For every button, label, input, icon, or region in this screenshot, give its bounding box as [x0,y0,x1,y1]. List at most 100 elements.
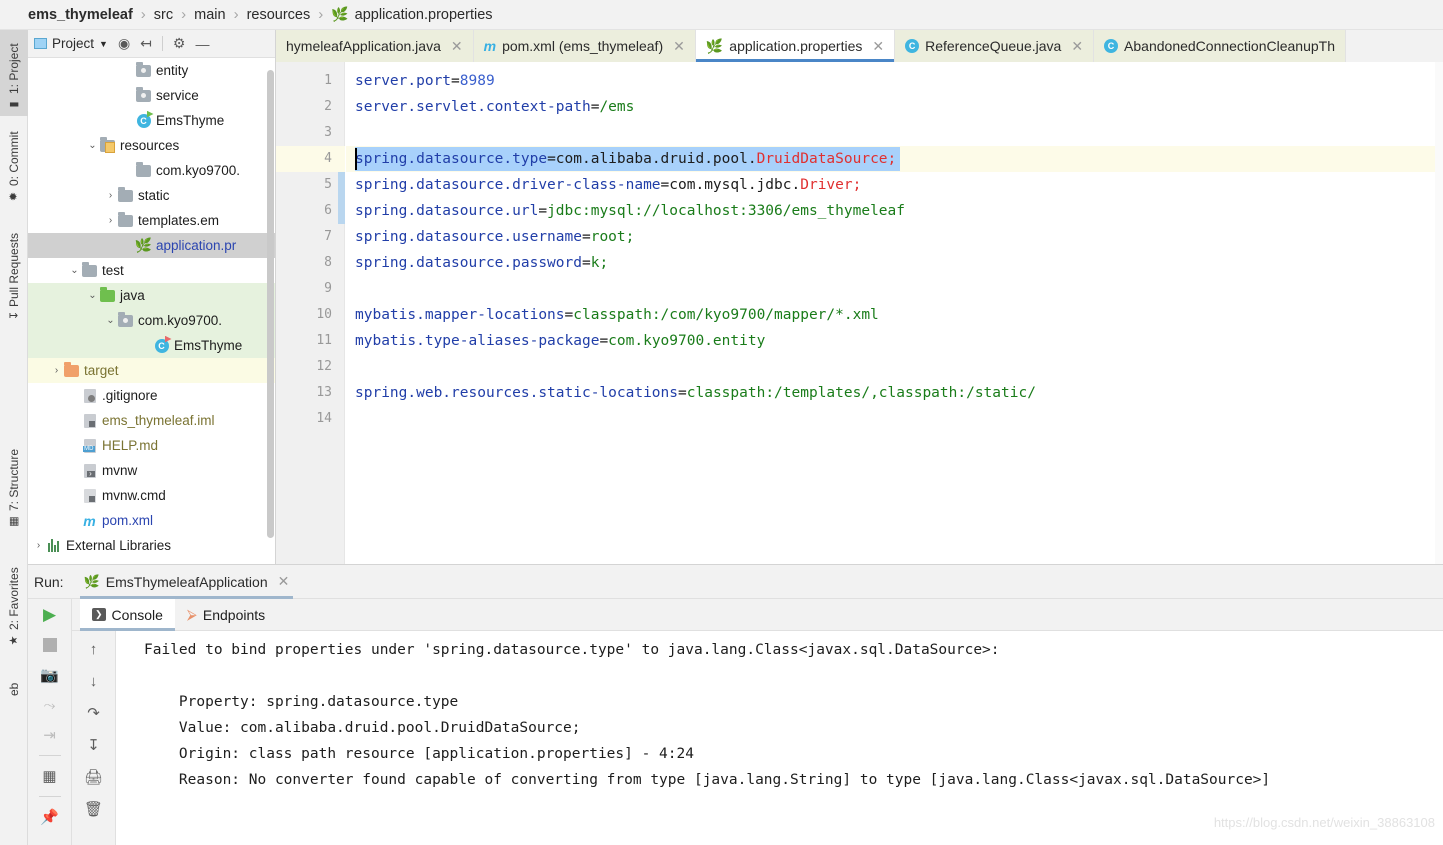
close-icon[interactable]: ✕ [1071,38,1083,55]
breadcrumb-item-main[interactable]: main [194,7,225,23]
editor-tab-pom-xml-ems-thymeleaf[interactable]: m pom.xml (ems_thymeleaf) ✕ [473,30,696,62]
editor-tab-referencequeue-java[interactable]: C ReferenceQueue.java ✕ [895,30,1095,62]
tree-item-mvnw[interactable]: mvnw [28,458,275,483]
project-view-selector[interactable]: Project ▼ [34,36,108,51]
code-line[interactable]: mybatis.mapper-locations=classpath:/com/… [355,302,879,328]
sidebar-item-pull-requests[interactable]: ↦ Pull Requests [0,215,28,325]
package-folder-icon [118,311,133,327]
code-line[interactable]: spring.web.resources.static-locations=cl… [355,380,1036,406]
tree-item-mvnw-cmd[interactable]: mvnw.cmd [28,483,275,508]
breadcrumb-item-resources[interactable]: resources [247,7,311,23]
sidebar-item-commit[interactable]: ✹ 0: Commit [0,120,28,208]
project-tree[interactable]: entity service C EmsThyme ⌄ resources com.kyo9… [28,58,275,564]
tree-item-ems-thymeleaf-iml[interactable]: ems_thymeleaf.iml [28,408,275,433]
editor-tab-hymeleafapplication-java[interactable]: hymeleafApplication.java ✕ [276,30,474,62]
code-line[interactable]: spring.datasource.url=jdbc:mysql://local… [355,198,905,224]
project-tree-scrollbar[interactable] [267,70,274,538]
run-config-tab[interactable]: 🌿 EmsThymeleafApplication ✕ [74,565,300,599]
exit-icon[interactable]: ⇥ [40,725,60,745]
tree-item-external-libraries[interactable]: › External Libraries [28,533,275,558]
scroll-to-end-icon[interactable]: ↧ [84,735,104,755]
tree-item-templates-em[interactable]: › templates.em [28,208,275,233]
editor-gutter[interactable]: 1 2 3 4 5 6 7 8 9 10 11 12 13 14 [276,62,345,564]
editor-tab-bar[interactable]: hymeleafApplication.java ✕ m pom.xml (ems_t… [276,30,1443,62]
console-output[interactable]: Reason: No converter found capable of co… [116,631,1443,845]
minimize-icon[interactable]: — [195,36,209,52]
code-line[interactable]: server.port=8989 [355,68,495,94]
package-folder-icon [136,86,151,102]
layout-icon[interactable]: ▦ [40,766,60,786]
left-tool-strip: ▮ 1: Project ✹ 0: Commit ↦ Pull Requests… [0,30,28,845]
tree-item-entity[interactable]: entity [28,58,275,83]
sidebar-item-project[interactable]: ▮ 1: Project [0,30,28,116]
run-sub-tab-bar[interactable]: ❯ Console ⮚ Endpoints [72,598,1443,631]
chevron-right-icon[interactable]: › [104,190,117,201]
line-number: 11 [316,333,332,348]
breadcrumb-item-project[interactable]: ems_thymeleaf [28,7,133,23]
tab-endpoints[interactable]: ⮚ Endpoints [175,599,277,631]
tree-item-application-pr[interactable]: 🌿 application.pr [28,233,275,258]
sidebar-item-web[interactable]: eb [0,660,28,700]
editor-tab-label: ReferenceQueue.java [925,38,1062,54]
tree-item-emsthyme[interactable]: C EmsThyme [28,333,275,358]
tree-item-test[interactable]: ⌄ test [28,258,275,283]
code-editor[interactable]: 1 2 3 4 5 6 7 8 9 10 11 12 13 14 server.port=8989 serv… [276,62,1443,564]
chevron-down-icon[interactable]: ⌄ [86,290,99,301]
chevron-right-icon[interactable]: › [32,540,45,551]
code-line[interactable]: spring.datasource.username=root; [355,224,634,250]
breadcrumb-item-file[interactable]: 🌿 application.properties [331,6,492,23]
editor-code-area[interactable]: server.port=8989 server.servlet.context-p… [346,62,1443,564]
tree-item-resources[interactable]: ⌄ resources [28,133,275,158]
tree-item-service[interactable]: service [28,83,275,108]
stop-icon[interactable] [40,635,60,655]
tree-item-java[interactable]: ⌄ java [28,283,275,308]
collapse-all-icon[interactable]: ↤ [140,35,152,52]
code-line[interactable]: server.servlet.context-path=/ems [355,94,634,120]
tree-item-label: templates.em [138,213,220,228]
sidebar-item-structure[interactable]: ▦ 7: Structure [0,428,28,533]
tab-console[interactable]: ❯ Console [80,598,175,631]
close-icon[interactable]: ✕ [451,38,463,55]
target-locate-icon[interactable]: ◉ [118,35,130,52]
pin-icon[interactable]: 📌 [40,807,60,827]
code-line[interactable]: mybatis.type-aliases-package=com.kyo9700… [355,328,765,354]
rerun-icon[interactable]: ▶ [40,605,60,625]
vcs-change-marker[interactable] [338,172,345,224]
camera-icon[interactable]: 📷 [40,665,60,685]
editor-tab-application-properties[interactable]: 🌿 application.properties ✕ [695,30,896,62]
editor-tab-abandonedconnectioncleanupth[interactable]: C AbandonedConnectionCleanupTh [1094,30,1346,62]
tree-item-com-kyo9700[interactable]: ⌄ com.kyo9700. [28,308,275,333]
close-icon[interactable]: ✕ [278,573,290,590]
folder-icon: ▮ [7,99,21,111]
chevron-right-icon[interactable]: › [50,365,63,376]
java-class-icon: C [905,39,920,53]
tree-item-pom-xml[interactable]: m pom.xml [28,508,275,533]
tree-item-emsthyme[interactable]: C EmsThyme [28,108,275,133]
close-icon[interactable]: ✕ [673,38,685,55]
editor-scrollbar[interactable] [1435,62,1443,564]
close-icon[interactable]: ✕ [872,38,884,55]
tree-item-com-kyo9700[interactable]: com.kyo9700. [28,158,275,183]
tree-item-static[interactable]: › static [28,183,275,208]
thread-dump-icon[interactable]: ⤳ [40,695,60,715]
scroll-down-icon[interactable]: ↓ [84,671,104,691]
code-line[interactable]: spring.datasource.password=k; [355,250,608,276]
code-line[interactable]: spring.datasource.type=com.alibaba.druid… [355,146,896,172]
tree-item-help-md[interactable]: HELP.md [28,433,275,458]
print-icon[interactable]: 🖨 [84,767,104,787]
chevron-down-icon[interactable]: ⌄ [68,265,81,276]
gear-icon[interactable]: ⚙ [173,35,186,52]
sidebar-item-favorites[interactable]: ★ 2: Favorites [0,542,28,652]
clear-all-icon[interactable]: 🗑 [84,799,104,819]
breadcrumb-item-src[interactable]: src [154,7,173,23]
tree-item-gitignore[interactable]: .gitignore [28,383,275,408]
code-line[interactable]: spring.datasource.driver-class-name=com.… [355,172,861,198]
soft-wrap-icon[interactable]: ↷ [84,703,104,723]
chevron-down-icon[interactable]: ⌄ [104,315,117,326]
tree-item-target[interactable]: › target [28,358,275,383]
sidebar-item-structure-label: 7: Structure [7,448,21,511]
chevron-right-icon[interactable]: › [104,215,117,226]
java-class-run-icon: C [136,110,154,128]
chevron-down-icon[interactable]: ⌄ [86,140,99,151]
scroll-up-icon[interactable]: ↑ [84,639,104,659]
